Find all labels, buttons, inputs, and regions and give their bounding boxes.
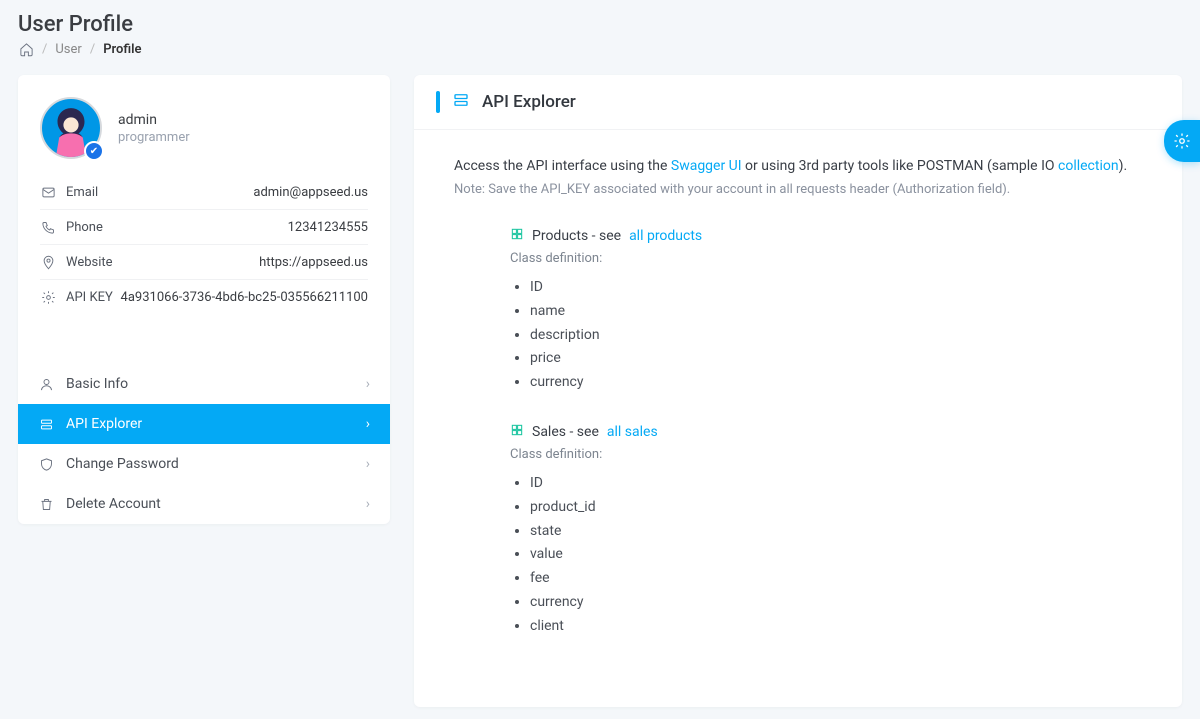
list-item: value [530,543,1142,567]
breadcrumb: / User / Profile [18,41,1182,57]
tab-label: Basic Info [66,376,128,392]
settings-floater-button[interactable] [1164,120,1200,162]
sales-section: Sales - see all sales Class definition: … [454,423,1142,639]
phone-icon [40,219,56,235]
apikey-value: 4a931066-3736-4bd6-bc25-035566211100 [121,290,368,305]
website-label: Website [66,255,113,270]
list-item: product_id [530,496,1142,520]
sales-label: Sales - see [532,424,599,440]
all-products-link[interactable]: all products [629,228,702,244]
info-row-email: Email admin@appseed.us [40,175,368,210]
apikey-label: API KEY [66,290,113,305]
breadcrumb-separator: / [90,42,95,57]
info-row-phone: Phone 12341234555 [40,210,368,245]
tab-label: Delete Account [66,496,161,512]
grid-icon [510,227,524,245]
list-item: ID [530,276,1142,300]
list-item: client [530,615,1142,639]
grid-icon [510,423,524,441]
user-icon [38,376,54,392]
api-intro: Access the API interface using the Swagg… [454,158,1142,174]
all-sales-link[interactable]: all sales [607,424,658,440]
collection-link[interactable]: collection [1058,158,1119,174]
tab-label: API Explorer [66,416,142,432]
tab-api-explorer[interactable]: API Explorer › [18,404,390,444]
api-note: Note: Save the API_KEY associated with y… [454,182,1142,197]
server-icon [452,91,470,113]
key-icon [40,289,56,305]
profile-role: programmer [118,130,190,145]
phone-label: Phone [66,220,103,235]
chevron-right-icon: › [366,416,370,432]
page-title: User Profile [18,12,1182,37]
shield-icon [38,456,54,472]
breadcrumb-user[interactable]: User [55,42,81,57]
email-label: Email [66,185,98,200]
profile-header: admin programmer [18,75,390,175]
list-item: name [530,300,1142,324]
chevron-right-icon: › [366,376,370,392]
list-item: fee [530,567,1142,591]
chevron-right-icon: › [366,496,370,512]
swagger-link[interactable]: Swagger UI [671,158,742,174]
website-value: https://appseed.us [259,255,368,270]
tab-basic-info[interactable]: Basic Info › [18,364,390,404]
class-definition-label: Class definition: [510,447,1142,462]
tab-change-password[interactable]: Change Password › [18,444,390,484]
breadcrumb-separator: / [42,42,47,57]
breadcrumb-current: Profile [103,42,141,57]
chevron-right-icon: › [366,456,370,472]
products-fields: ID name description price currency [510,276,1142,395]
info-row-website: Website https://appseed.us [40,245,368,280]
profile-name: admin [118,112,190,128]
server-icon [38,416,54,432]
sales-fields: ID product_id state value fee currency c… [510,472,1142,639]
gear-icon [1173,132,1191,150]
list-item: state [530,520,1142,544]
products-section: Products - see all products Class defini… [454,227,1142,395]
location-icon [40,254,56,270]
panel-header: API Explorer [414,75,1182,130]
list-item: currency [530,591,1142,615]
list-item: currency [530,371,1142,395]
list-item: description [530,324,1142,348]
email-value: admin@appseed.us [253,185,368,200]
tab-delete-account[interactable]: Delete Account › [18,484,390,524]
tab-label: Change Password [66,456,179,472]
phone-value: 12341234555 [288,220,368,235]
mail-icon [40,184,56,200]
list-item: ID [530,472,1142,496]
tab-list: Basic Info › API Explorer › [18,364,390,524]
list-item: price [530,347,1142,371]
info-row-apikey: API KEY 4a931066-3736-4bd6-bc25-03556621… [40,280,368,314]
class-definition-label: Class definition: [510,251,1142,266]
trash-icon [38,496,54,512]
accent-bar [436,91,440,113]
home-icon[interactable] [18,41,34,57]
panel-title: API Explorer [482,92,576,112]
verified-badge-icon [84,141,104,161]
products-label: Products - see [532,228,621,244]
